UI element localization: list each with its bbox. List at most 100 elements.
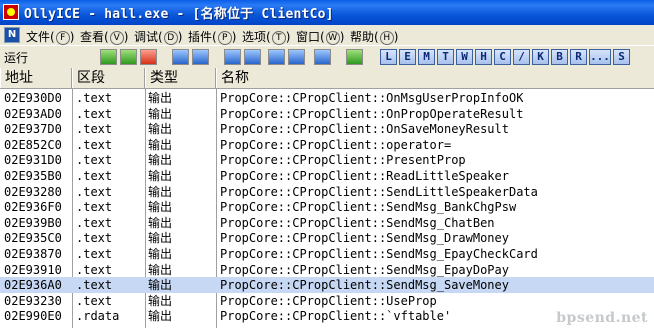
- row-section: .text: [76, 184, 113, 199]
- row-type: 输出: [148, 122, 173, 137]
- row-address: 02E936A0: [4, 278, 62, 293]
- step-over-icon: [245, 50, 260, 64]
- menu-window[interactable]: 窗口(W): [296, 28, 344, 45]
- modules-window-button[interactable]: E: [399, 49, 416, 65]
- row-section: .text: [76, 200, 113, 215]
- toolbar: 运行 L E M T W H C / K B R ... S: [0, 45, 654, 69]
- row-name: PropCore::CPropClient::SendMsg_DrawMoney: [220, 231, 509, 246]
- title-bar[interactable]: OllyICE - hall.exe - [名称位于 ClientCo]: [0, 0, 654, 25]
- menu-plugins-key: P: [217, 31, 232, 45]
- breakpoints-window-button[interactable]: B: [551, 49, 568, 65]
- menu-help-key: H: [379, 31, 394, 45]
- row-address: 02E930D0: [4, 91, 62, 105]
- call-stack-window-button[interactable]: K: [532, 49, 549, 65]
- row-address: 02E939B0: [4, 215, 62, 230]
- row-section: .text: [76, 137, 113, 152]
- row-name: PropCore::CPropClient::OnSaveMoneyResult: [220, 122, 509, 137]
- row-address: 02E937D0: [4, 122, 62, 137]
- step-into-button[interactable]: [224, 49, 241, 65]
- run-trace-window-button[interactable]: ...: [589, 49, 611, 65]
- menu-help[interactable]: 帮助(H): [350, 28, 398, 45]
- menu-file-key: F: [55, 31, 70, 45]
- trace-over-icon: [289, 50, 304, 64]
- goto-button[interactable]: [346, 49, 363, 65]
- table-row[interactable]: 02E936A0 .text 输出 PropCore::CPropClient::Se…: [0, 277, 654, 294]
- table-row[interactable]: 02E936F0 .text 输出 PropCore::CPropClient::Se…: [0, 199, 654, 215]
- table-row[interactable]: 02E93870 .text 输出 PropCore::CPropClient::Se…: [0, 246, 654, 262]
- windows-window-button[interactable]: W: [456, 49, 473, 65]
- threads-window-button[interactable]: T: [437, 49, 454, 65]
- names-table[interactable]: 地址 区段 类型 名称 02E930D0 .text 输出 PropCore::CPr…: [0, 68, 654, 328]
- table-row[interactable]: 02E852C0 .text 输出 PropCore::CPropClient::op…: [0, 137, 654, 153]
- menu-view-label: 查看: [80, 30, 105, 44]
- trace-into-icon: [269, 50, 284, 64]
- menu-view-key: V: [109, 31, 124, 45]
- column-section[interactable]: 区段: [72, 68, 145, 88]
- menu-window-label: 窗口: [296, 30, 321, 44]
- table-row[interactable]: 02E93280 .text 输出 PropCore::CPropClient::Se…: [0, 184, 654, 200]
- trace-over-button[interactable]: [288, 49, 305, 65]
- table-row[interactable]: 02E93AD0 .text 输出 PropCore::CPropClient::On…: [0, 106, 654, 122]
- row-type: 输出: [148, 278, 173, 293]
- execute-till-return-button[interactable]: [314, 49, 331, 65]
- table-row[interactable]: 02E93230 .text 输出 PropCore::CPropClient::Us…: [0, 293, 654, 309]
- run-button[interactable]: [172, 49, 189, 65]
- column-address[interactable]: 地址: [0, 68, 72, 88]
- row-name: PropCore::CPropClient::ReadLittleSpeaker: [220, 169, 509, 183]
- row-section: .text: [76, 215, 113, 230]
- table-row[interactable]: 02E935B0 .text 输出 PropCore::CPropClient::Re…: [0, 168, 654, 184]
- row-address: 02E936F0: [4, 200, 62, 215]
- column-name[interactable]: 名称: [216, 68, 654, 88]
- menu-debug-label: 调试: [134, 30, 159, 44]
- column-type[interactable]: 类型: [145, 68, 216, 88]
- row-address: 02E93910: [4, 262, 62, 277]
- table-row[interactable]: 02E937D0 .text 输出 PropCore::CPropClient::On…: [0, 121, 654, 137]
- menu-bar: N 文件(F) 查看(V) 调试(D) 插件(P) 选项(T) 窗口(W) 帮助…: [0, 25, 654, 45]
- row-type: 输出: [148, 91, 173, 105]
- cpu-window-button[interactable]: C: [494, 49, 511, 65]
- menu-file[interactable]: 文件(F): [26, 28, 74, 45]
- table-row[interactable]: 02E939B0 .text 输出 PropCore::CPropClient::Se…: [0, 215, 654, 231]
- menu-window-key: W: [325, 31, 340, 45]
- row-address: 02E93230: [4, 293, 62, 308]
- trace-into-button[interactable]: [268, 49, 285, 65]
- menu-plugins[interactable]: 插件(P): [188, 28, 236, 45]
- row-name: PropCore::CPropClient::SendMsg_BankChgPs…: [220, 200, 517, 215]
- memory-window-button[interactable]: M: [418, 49, 435, 65]
- row-type: 输出: [148, 153, 173, 168]
- restart-icon: [121, 50, 136, 64]
- row-address: 02E93AD0: [4, 106, 62, 121]
- row-section: .text: [76, 169, 113, 183]
- menu-file-label: 文件: [26, 30, 51, 44]
- source-window-button[interactable]: S: [613, 49, 630, 65]
- log-window-button[interactable]: L: [380, 49, 397, 65]
- step-over-button[interactable]: [244, 49, 261, 65]
- handles-window-button[interactable]: H: [475, 49, 492, 65]
- table-row[interactable]: 02E935C0 .text 输出 PropCore::CPropClient::Se…: [0, 230, 654, 246]
- open-button[interactable]: [100, 49, 117, 65]
- row-address: 02E852C0: [4, 137, 62, 152]
- pause-button[interactable]: [192, 49, 209, 65]
- menu-debug[interactable]: 调试(D): [134, 28, 182, 45]
- row-name: PropCore::CPropClient::PresentProp: [220, 153, 466, 168]
- close-button[interactable]: [140, 49, 157, 65]
- references-window-button[interactable]: R: [570, 49, 587, 65]
- row-name: PropCore::CPropClient::OnPropOperateResu…: [220, 106, 524, 121]
- table-row[interactable]: 02E93910 .text 输出 PropCore::CPropClient::Se…: [0, 262, 654, 278]
- step-into-icon: [225, 50, 240, 64]
- table-header: 地址 区段 类型 名称: [0, 68, 654, 89]
- table-row[interactable]: 02E931D0 .text 输出 PropCore::CPropClient::Pr…: [0, 152, 654, 168]
- patches-window-button[interactable]: /: [513, 49, 530, 65]
- row-name: PropCore::CPropClient::SendMsg_EpayDoPay: [220, 262, 509, 277]
- table-row[interactable]: 02E930D0 .text 输出 PropCore::CPropClient::On…: [0, 90, 654, 106]
- mdi-system-icon[interactable]: N: [4, 27, 20, 43]
- app-icon: [3, 4, 19, 20]
- row-type: 输出: [148, 309, 173, 324]
- row-section: .text: [76, 278, 113, 293]
- run-icon: [173, 50, 188, 64]
- restart-button[interactable]: [120, 49, 137, 65]
- row-name: PropCore::CPropClient::UseProp: [220, 293, 437, 308]
- row-section: .text: [76, 231, 113, 246]
- menu-view[interactable]: 查看(V): [80, 28, 128, 45]
- menu-options[interactable]: 选项(T): [242, 28, 290, 45]
